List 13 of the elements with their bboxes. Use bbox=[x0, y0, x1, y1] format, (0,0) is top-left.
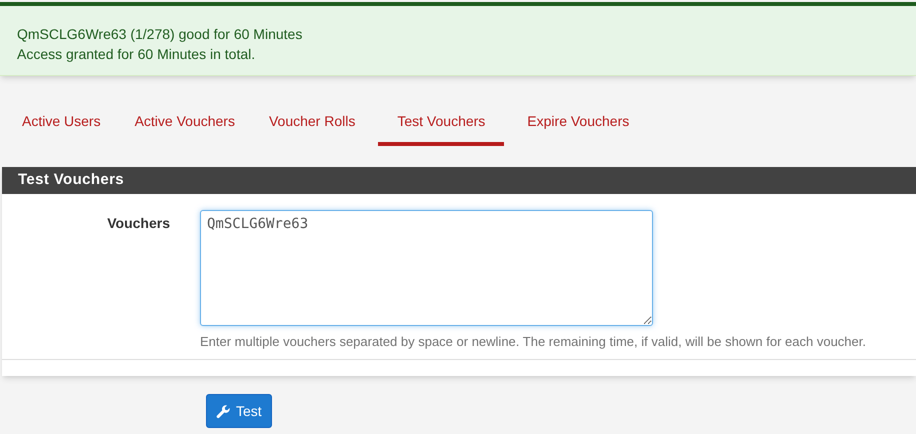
nav-tab[interactable]: Active Vouchers bbox=[120, 100, 250, 146]
help-text: Enter multiple vouchers separated by space or newline. The remaining time, if valid, will be shown for each voucher. bbox=[200, 333, 866, 351]
wrench-icon bbox=[216, 404, 231, 418]
nav-tab[interactable]: Expire Vouchers bbox=[512, 100, 644, 146]
field-label: Vouchers bbox=[107, 215, 170, 231]
alert-message: Access granted for 60 Minutes in total. bbox=[17, 45, 256, 64]
panel-title: Test Vouchers bbox=[18, 170, 124, 190]
test-button[interactable]: Test bbox=[206, 394, 272, 428]
vouchers-textarea[interactable]: QmSCLG6Wre63 bbox=[200, 210, 653, 326]
alert-message: QmSCLG6Wre63 (1/278) good for 60 Minutes bbox=[17, 25, 304, 44]
nav-tab[interactable]: Voucher Rolls bbox=[254, 100, 370, 146]
nav-tab[interactable]: Active Users bbox=[7, 100, 116, 146]
nav-tab[interactable]: Test Vouchers bbox=[378, 100, 504, 146]
